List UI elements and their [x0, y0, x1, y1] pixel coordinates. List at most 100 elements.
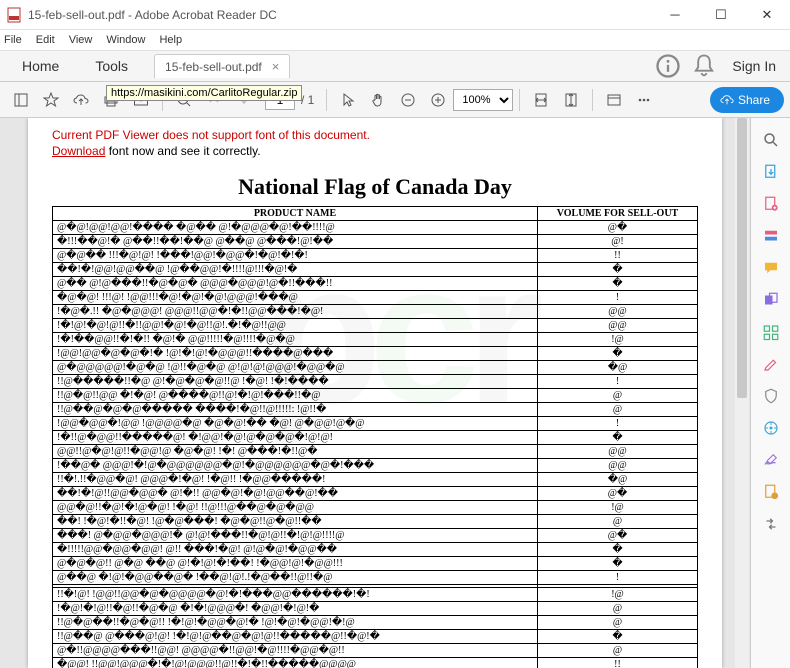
table-row: @@!!@�@!@!!�@@!@ �@�@! !�! @���!�!!@�@@ — [53, 445, 698, 459]
table-row: !@@!@@�@�@�!� !@!�!@!�@@@!!����@���� — [53, 347, 698, 361]
product-cell: !@@!@@�@�@�!� !@!�!@!�@@@!!����@��� — [53, 347, 538, 361]
share-button[interactable]: Share — [710, 87, 784, 113]
product-cell: !�@!�!@!!�@!!�@�@ �!�!@@@�! �@@!�!@!� — [53, 602, 538, 616]
window-maximize-button[interactable]: ☐ — [698, 0, 744, 30]
right-tool-rail — [750, 118, 790, 668]
product-cell: !!@�@!!@@ �!�@! @����@!!@!�!@!���!!�@ — [53, 389, 538, 403]
create-pdf-icon[interactable] — [756, 191, 786, 217]
link-tooltip: https://masikini.com/CarlitoRegular.zip — [106, 85, 302, 101]
document-area: Current PDF Viewer does not support font… — [0, 118, 750, 668]
volume-cell: @! — [538, 235, 698, 249]
product-cell: !!�!@! !@@!!@@�@�@@@@�@!�!���@@������!�! — [53, 588, 538, 602]
volume-cell: ! — [538, 291, 698, 305]
window-title: 15-feb-sell-out.pdf - Adobe Acrobat Read… — [28, 8, 652, 22]
signin-link[interactable]: Sign In — [732, 58, 776, 74]
table-row: !!@�����!!�@ @!�@�@�@!!@ !�@! !�!����! — [53, 375, 698, 389]
volume-cell: �@ — [538, 473, 698, 487]
table-row: !�@!�!@!!�@!!�@�@ �!�!@@@�! �@@!�!@!�@ — [53, 602, 698, 616]
zoom-select[interactable]: 100% — [453, 89, 513, 111]
tab-tools[interactable]: Tools — [77, 50, 146, 82]
table-row: ��! !�@!�!!�@! !@�@���! �@�@!!@�@!!��@ — [53, 515, 698, 529]
product-cell: ��! !�@!�!!�@! !@�@���! �@�@!!@�@!!�� — [53, 515, 538, 529]
menu-view[interactable]: View — [69, 34, 93, 46]
table-row: !�!��@@!!�!�!! �@!� @@!!!!!�@!!!!�@�@!@ — [53, 333, 698, 347]
table-row: @�!!@@@@���!!@@! @@@@�!!@@!�@!!!!�@@�@!!… — [53, 644, 698, 658]
table-row: !!�!@! !@@!!@@�@�@@@@�@!�!���@@������!�!… — [53, 588, 698, 602]
table-row: @�@@@@@!�@�@ !@!!�@�@ @!@!@!@@@!�@@�@�@ — [53, 361, 698, 375]
product-cell: @�@!@@!@@!���� �@�� @!�@@@�@!��!!!!@ — [53, 221, 538, 235]
table-row: !!@�@��!!�@�@!! !�!@!�@@�@!� !@!�@!�@@!�… — [53, 616, 698, 630]
table-row: @�@!@@!@@!���� �@�� @!�@@@�@!��!!!!@@� — [53, 221, 698, 235]
info-icon[interactable] — [654, 52, 682, 80]
fit-width-icon[interactable] — [527, 86, 555, 114]
table-row: ��!�!@!!@@�@@� @!�!! @@�@!�@!@@��@!��@� — [53, 487, 698, 501]
zoom-in-icon[interactable] — [424, 86, 452, 114]
tab-home[interactable]: Home — [4, 50, 77, 82]
pointer-icon[interactable] — [334, 86, 362, 114]
menu-window[interactable]: Window — [106, 34, 145, 46]
volume-cell: @� — [538, 221, 698, 235]
star-icon[interactable] — [37, 86, 65, 114]
read-mode-icon[interactable] — [600, 86, 628, 114]
volume-cell: @@ — [538, 445, 698, 459]
data-table: PRODUCT NAME VOLUME FOR SELL-OUT @�@!@@!… — [52, 206, 698, 668]
product-cell: !�!��@@!!�!�!! �@!� @@!!!!!�@!!!!�@�@ — [53, 333, 538, 347]
compress-icon[interactable] — [756, 415, 786, 441]
menu-file[interactable]: File — [4, 34, 22, 46]
redact-icon[interactable] — [756, 351, 786, 377]
table-row: !�!@!�@!@!!�!!@@!�@!�@!!@!.�!�@!!@@@@ — [53, 319, 698, 333]
download-link[interactable]: Download — [52, 144, 105, 158]
export-pdf-icon[interactable] — [756, 159, 786, 185]
product-cell: @�@@@@@!�@�@ !@!!�@�@ @!@!@!@@@!�@@�@ — [53, 361, 538, 375]
fill-sign-icon[interactable] — [756, 447, 786, 473]
menu-bar: File Edit View Window Help — [0, 30, 790, 50]
tab-document-label: 15-feb-sell-out.pdf — [165, 60, 262, 74]
product-cell: ��!�!@@!@@��@ !@��@@!�!!!!@!!!�@!� — [53, 263, 538, 277]
volume-cell: � — [538, 431, 698, 445]
volume-cell: !@ — [538, 501, 698, 515]
organize-pages-icon[interactable] — [756, 319, 786, 345]
protect-icon[interactable] — [756, 383, 786, 409]
combine-files-icon[interactable] — [756, 287, 786, 313]
table-row: @�� @!@���!!�@�@� @@@�@@@!@�!!���!!� — [53, 277, 698, 291]
product-cell: �!!!!!@@�@@�@@! @!! ���!�@! @!@�@!�@@�� — [53, 543, 538, 557]
vertical-scrollbar[interactable] — [735, 118, 749, 668]
fit-page-icon[interactable] — [557, 86, 585, 114]
page-total-label: / 1 — [301, 93, 314, 107]
scrollbar-thumb[interactable] — [737, 118, 747, 398]
zoom-out-icon[interactable] — [394, 86, 422, 114]
volume-cell: !@ — [538, 333, 698, 347]
send-for-signature-icon[interactable] — [756, 479, 786, 505]
tab-document[interactable]: 15-feb-sell-out.pdf × — [154, 54, 290, 78]
volume-cell: � — [538, 557, 698, 571]
sidebar-toggle-icon[interactable] — [7, 86, 35, 114]
volume-cell: @ — [538, 644, 698, 658]
search-icon[interactable] — [756, 127, 786, 153]
window-close-button[interactable]: ✕ — [744, 0, 790, 30]
menu-help[interactable]: Help — [159, 34, 182, 46]
table-row: @�@�� !!!�@!@! !���!@@!�@@�!�@!�!�!!! — [53, 249, 698, 263]
table-row: !!@��@ @���@!@! !�!@!@��@�@!@!!�����@!!�… — [53, 630, 698, 644]
product-cell: @@�@!!�@!�!@�@! !�@! !!@!!!@��@�@�@@ — [53, 501, 538, 515]
edit-pdf-icon[interactable] — [756, 223, 786, 249]
table-row: �!!!!!@@�@@�@@! @!! ���!�@! @!@�@!�@@��� — [53, 543, 698, 557]
window-minimize-button[interactable]: ─ — [652, 0, 698, 30]
table-row: !!�!.!!�@@�@! @@@�!�@! !�@!! !�@@�����!�… — [53, 473, 698, 487]
volume-cell: @ — [538, 403, 698, 417]
convert-icon[interactable] — [756, 511, 786, 537]
tab-close-icon[interactable]: × — [272, 59, 280, 74]
share-button-label: Share — [738, 93, 770, 107]
table-row: !��@� @@@!�!@�@@@@@@�@!�@@@@@@�@�!���@@ — [53, 459, 698, 473]
product-cell: !!@��@ @���@!@! !�!@!@��@�@!@!!�����@!!�… — [53, 630, 538, 644]
hand-icon[interactable] — [364, 86, 392, 114]
comment-icon[interactable] — [756, 255, 786, 281]
bell-icon[interactable] — [690, 52, 718, 80]
more-tools-icon[interactable] — [630, 86, 658, 114]
volume-cell: !! — [538, 249, 698, 263]
cloud-upload-icon[interactable] — [67, 86, 95, 114]
product-cell: @�!!@@@@���!!@@! @@@@�!!@@!�@!!!!�@@�@!! — [53, 644, 538, 658]
menu-edit[interactable]: Edit — [36, 34, 55, 46]
table-row: ��!�!@@!@@��@ !@��@@!�!!!!@!!!�@!�� — [53, 263, 698, 277]
volume-cell: @@ — [538, 305, 698, 319]
pdf-page: Current PDF Viewer does not support font… — [28, 118, 722, 668]
